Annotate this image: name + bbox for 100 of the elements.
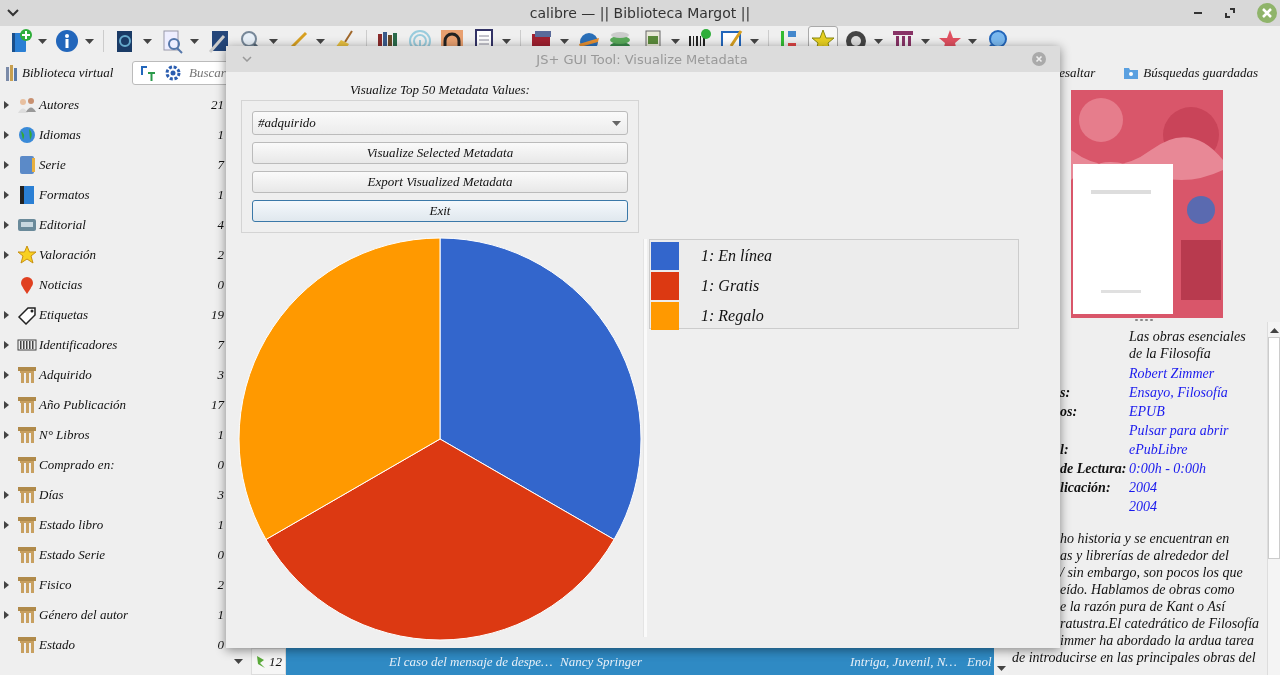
dropdown-arrow-icon[interactable]: [234, 659, 243, 664]
item-count: 3: [216, 487, 224, 503]
field-link[interactable]: 2004: [1129, 478, 1267, 497]
field-label: de Lectura:: [1060, 460, 1128, 478]
metadata-dropdown[interactable]: #adquirido: [252, 111, 628, 135]
caret-icon[interactable]: [269, 38, 278, 44]
splitter-handle[interactable]: [1134, 318, 1154, 322]
table-cell: El caso del mensaje de despe…: [389, 653, 553, 670]
column-icon: [17, 515, 37, 535]
books-icon[interactable]: [5, 64, 19, 82]
caret-icon[interactable]: [750, 38, 759, 44]
legend-label: 1: En línea: [701, 247, 773, 265]
item-count: 1: [216, 127, 224, 143]
settings-icon[interactable]: [165, 65, 181, 81]
field-label: os:: [1060, 403, 1079, 421]
category-name[interactable]: Valoración: [39, 247, 194, 263]
dialog-button[interactable]: Visualize Selected Metadata: [252, 142, 628, 164]
expand-arrow-icon[interactable]: [4, 581, 9, 589]
caret-icon[interactable]: [143, 38, 152, 44]
expand-arrow-icon[interactable]: [4, 131, 9, 139]
dialog-button[interactable]: Exit: [252, 200, 628, 222]
caret-icon[interactable]: [316, 38, 325, 44]
text-style-icon[interactable]: [139, 64, 157, 82]
category-name[interactable]: Año Publicación: [39, 397, 194, 413]
caret-icon[interactable]: [560, 38, 569, 44]
description-line: ratustra.El catedrático de Filosofía: [1059, 615, 1261, 632]
category-name[interactable]: Fisico: [39, 577, 194, 593]
caret-icon[interactable]: [874, 38, 883, 44]
item-count: 1: [216, 187, 224, 203]
caret-icon[interactable]: [921, 38, 930, 44]
field-link[interactable]: ePubLibre: [1129, 440, 1267, 459]
category-name[interactable]: Estado: [39, 637, 194, 653]
legend-label: 1: Regalo: [701, 307, 764, 325]
caret-icon[interactable]: [502, 38, 511, 44]
expand-arrow-icon[interactable]: [4, 101, 9, 109]
category-name[interactable]: Estado Serie: [39, 547, 194, 563]
item-count: 0: [216, 277, 224, 293]
item-count: 7: [216, 157, 224, 173]
category-name[interactable]: Comprado en:: [39, 457, 194, 473]
expand-arrow-icon[interactable]: [4, 221, 9, 229]
caret-icon: [612, 120, 621, 126]
category-name[interactable]: Género del autor: [39, 607, 194, 623]
caret-icon[interactable]: [85, 38, 94, 44]
dialog-title: JS+ GUI Tool: Visualize Metadata: [534, 51, 749, 67]
field-link[interactable]: Pulsar para abrir: [1129, 421, 1267, 440]
caret-icon[interactable]: [671, 38, 680, 44]
field-link[interactable]: EPUB: [1129, 402, 1267, 421]
category-name[interactable]: Días: [39, 487, 194, 503]
category-name[interactable]: N° Libros: [39, 427, 194, 443]
category-name[interactable]: Editorial: [39, 217, 194, 233]
expand-arrow-icon[interactable]: [4, 491, 9, 499]
column-icon: [17, 365, 37, 385]
expand-arrow-icon[interactable]: [4, 431, 9, 439]
category-name[interactable]: Noticias: [39, 277, 194, 293]
notebook-icon: [17, 155, 37, 175]
dialog-button[interactable]: Export Visualized Metadata: [252, 171, 628, 193]
category-name[interactable]: Idiomas: [39, 127, 194, 143]
caret-icon[interactable]: [190, 38, 199, 44]
scroll-bar[interactable]: [1267, 322, 1280, 675]
caret-icon[interactable]: [38, 38, 47, 44]
info-icon[interactable]: [54, 28, 80, 54]
expand-arrow-icon[interactable]: [4, 161, 9, 169]
expand-arrow-icon[interactable]: [4, 251, 9, 259]
down-arrow-icon[interactable]: [996, 666, 1006, 671]
expand-arrow-icon[interactable]: [4, 521, 9, 529]
category-name[interactable]: Adquirido: [39, 367, 194, 383]
table-cell: Nancy Springer: [560, 653, 642, 670]
virtual-library-button[interactable]: Biblioteca virtual: [22, 65, 114, 81]
field-link[interactable]: Robert Zimmer: [1129, 364, 1267, 383]
category-name[interactable]: Estado libro: [39, 517, 194, 533]
book-title: Las obras esenciales: [1129, 328, 1247, 345]
category-name[interactable]: Autores: [39, 97, 194, 113]
field-link[interactable]: Ensayo, Filosofía: [1129, 383, 1267, 402]
field-link[interactable]: 2004: [1129, 497, 1267, 516]
chevron-icon[interactable]: [7, 9, 19, 17]
expand-arrow-icon[interactable]: [4, 371, 9, 379]
category-name[interactable]: Identificadores: [39, 337, 194, 353]
item-count: 0: [216, 457, 224, 473]
window-title: calibre — || Biblioteca Margot ||: [529, 5, 751, 21]
field-label: licación:: [1060, 479, 1112, 497]
up-arrow-icon[interactable]: [1269, 328, 1279, 333]
expand-arrow-icon[interactable]: [4, 311, 9, 319]
category-name[interactable]: Etiquetas: [39, 307, 194, 323]
category-name[interactable]: Serie: [39, 157, 194, 173]
category-name[interactable]: Formatos: [39, 187, 194, 203]
table-cell: Intriga, Juvenil, N…: [850, 653, 957, 670]
maximize-icon[interactable]: [1225, 8, 1235, 18]
item-count: 7: [216, 337, 224, 353]
saved-searches-button[interactable]: Búsquedas guardadas: [1143, 65, 1258, 81]
highlight-toggle[interactable]: esaltar: [1059, 65, 1096, 81]
item-count: 2: [216, 247, 224, 263]
expand-arrow-icon[interactable]: [4, 341, 9, 349]
expand-arrow-icon[interactable]: [4, 401, 9, 409]
caret-icon[interactable]: [968, 38, 977, 44]
expand-arrow-icon[interactable]: [4, 191, 9, 199]
search-input[interactable]: Buscar: [189, 65, 309, 81]
expand-arrow-icon[interactable]: [4, 611, 9, 619]
star-icon: [17, 245, 37, 265]
item-count: 1: [216, 607, 224, 623]
field-link[interactable]: 0:00h - 0:00h: [1129, 459, 1267, 478]
